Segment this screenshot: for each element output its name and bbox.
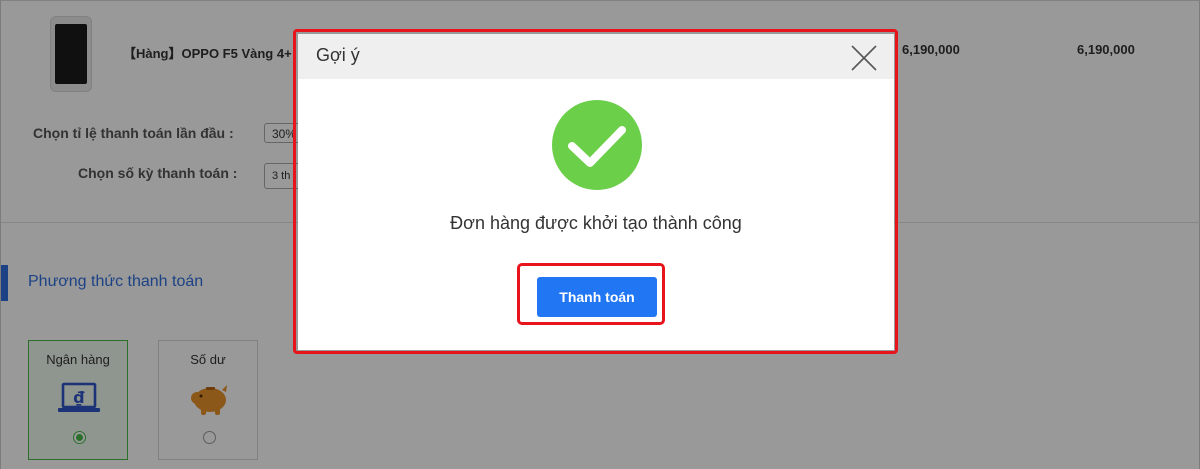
success-dialog: Gợi ý Đơn hàng được khởi tạo thành công …: [298, 34, 894, 350]
success-check-icon: [552, 100, 642, 190]
pay-button[interactable]: Thanh toán: [537, 277, 657, 317]
dialog-header: Gợi ý: [298, 34, 894, 79]
close-icon[interactable]: [847, 41, 881, 75]
dialog-title: Gợi ý: [316, 45, 360, 65]
success-message: Đơn hàng được khởi tạo thành công: [450, 213, 742, 233]
